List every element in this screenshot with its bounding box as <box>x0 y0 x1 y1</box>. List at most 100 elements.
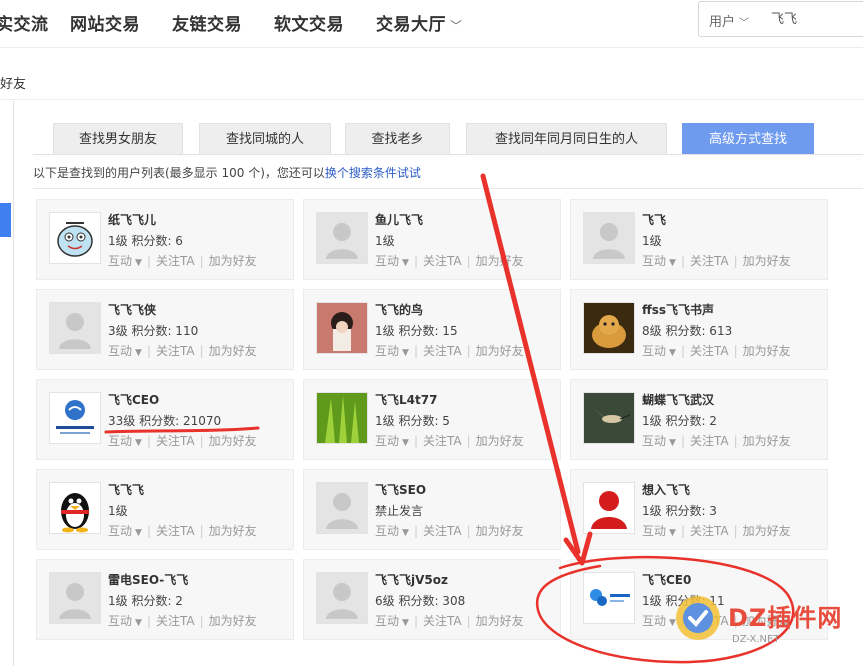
nav-item-link-trade[interactable]: 友链交易 <box>172 10 242 35</box>
interact-label: 互动 <box>108 524 133 538</box>
add-friend-link[interactable]: 加为好友 <box>209 434 257 448</box>
follow-link[interactable]: 关注TA <box>423 524 462 538</box>
add-friend-link[interactable]: 加为好友 <box>743 344 791 358</box>
tab-find-same-birthday[interactable]: 查找同年同月同日生的人 <box>466 123 667 155</box>
avatar[interactable] <box>316 572 368 624</box>
add-friend-link[interactable]: 加为好友 <box>743 434 791 448</box>
user-name-link[interactable]: 飞飞的鸟 <box>375 301 423 318</box>
avatar[interactable] <box>583 212 635 264</box>
user-name-link[interactable]: 飞飞 <box>642 211 666 228</box>
user-card: 飞飞L4t77 1级 积分数: 5 互动 ▼ | 关注TA | 加为好友 <box>303 379 561 460</box>
interact-label: 互动 <box>375 614 400 628</box>
user-name-link[interactable]: 飞飞飞jV5oz <box>375 571 448 588</box>
user-name-link[interactable]: 飞飞飞侠 <box>108 301 156 318</box>
interact-dropdown[interactable]: 互动 ▼ <box>108 434 142 448</box>
tab-find-same-city[interactable]: 查找同城的人 <box>199 123 331 155</box>
add-friend-link[interactable]: 加为好友 <box>476 344 524 358</box>
top-nav: 实交流 网站交易 友链交易 软文交易 交易大厅 ﹀ 用户 ﹀ <box>0 0 863 48</box>
follow-link[interactable]: 关注TA <box>423 344 462 358</box>
follow-link[interactable]: 关注TA <box>156 254 195 268</box>
search-input[interactable] <box>771 10 861 25</box>
user-name-link[interactable]: 鱼儿飞飞 <box>375 211 423 228</box>
add-friend-link[interactable]: 加为好友 <box>476 254 524 268</box>
tab-advanced-search[interactable]: 高级方式查找 <box>682 123 814 155</box>
user-name-link[interactable]: 飞飞CEO <box>108 391 159 408</box>
add-friend-link[interactable]: 加为好友 <box>743 524 791 538</box>
add-friend-link[interactable]: 加为好友 <box>209 344 257 358</box>
avatar[interactable] <box>583 302 635 354</box>
interact-dropdown[interactable]: 互动 ▼ <box>642 344 676 358</box>
interact-dropdown[interactable]: 互动 ▼ <box>642 254 676 268</box>
add-friend-link[interactable]: 加为好友 <box>476 524 524 538</box>
interact-label: 互动 <box>375 344 400 358</box>
avatar[interactable] <box>583 482 635 534</box>
follow-link[interactable]: 关注TA <box>690 524 729 538</box>
avatar[interactable] <box>49 302 101 354</box>
avatar[interactable] <box>316 392 368 444</box>
interact-dropdown[interactable]: 互动 ▼ <box>642 434 676 448</box>
user-name-link[interactable]: 飞飞飞 <box>108 481 144 498</box>
user-name-link[interactable]: 想入飞飞 <box>642 481 690 498</box>
interact-dropdown[interactable]: 互动 ▼ <box>108 524 142 538</box>
user-stats: 1级 <box>642 234 662 248</box>
follow-link[interactable]: 关注TA <box>690 344 729 358</box>
user-name-link[interactable]: ffss飞飞书声 <box>642 301 714 318</box>
user-stats: 1级 积分数: 2 <box>642 414 717 428</box>
avatar[interactable] <box>583 392 635 444</box>
interact-dropdown[interactable]: 互动 ▼ <box>108 344 142 358</box>
search-type-select[interactable]: 用户 ﹀ <box>709 11 749 30</box>
nav-item-trade-hall[interactable]: 交易大厅 ﹀ <box>376 10 463 35</box>
avatar[interactable] <box>49 482 101 534</box>
avatar[interactable] <box>49 212 101 264</box>
follow-link[interactable]: 关注TA <box>690 434 729 448</box>
add-friend-link[interactable]: 加为好友 <box>476 614 524 628</box>
user-name-link[interactable]: 雷电SEO-飞飞 <box>108 571 188 588</box>
user-name-link[interactable]: 飞飞SEO <box>375 481 426 498</box>
watermark-title: DZ插件网 <box>728 604 843 632</box>
interact-dropdown[interactable]: 互动 ▼ <box>108 254 142 268</box>
user-name-link[interactable]: 飞飞CE0 <box>642 571 691 588</box>
interact-label: 互动 <box>642 434 667 448</box>
nav-item-site-trade[interactable]: 网站交易 <box>70 10 140 35</box>
user-name-link[interactable]: 蝴蝶飞飞武汉 <box>642 391 714 408</box>
add-friend-link[interactable]: 加为好友 <box>209 254 257 268</box>
interact-dropdown[interactable]: 互动 ▼ <box>375 524 409 538</box>
follow-link[interactable]: 关注TA <box>156 524 195 538</box>
add-friend-link[interactable]: 加为好友 <box>743 254 791 268</box>
interact-dropdown[interactable]: 互动 ▼ <box>375 434 409 448</box>
user-name-link[interactable]: 纸飞飞儿 <box>108 211 156 228</box>
avatar[interactable] <box>316 482 368 534</box>
avatar[interactable] <box>316 212 368 264</box>
separator: | <box>146 344 151 358</box>
separator: | <box>733 254 738 268</box>
breadcrumb[interactable]: 好友 <box>0 73 26 92</box>
follow-link[interactable]: 关注TA <box>423 614 462 628</box>
follow-link[interactable]: 关注TA <box>423 254 462 268</box>
follow-link[interactable]: 关注TA <box>690 254 729 268</box>
change-search-link[interactable]: 换个搜索条件试试 <box>325 166 421 180</box>
interact-dropdown[interactable]: 互动 ▼ <box>375 614 409 628</box>
nav-item-exchange[interactable]: 实交流 <box>0 10 49 35</box>
user-card: 蝴蝶飞飞武汉 1级 积分数: 2 互动 ▼ | 关注TA | 加为好友 <box>570 379 828 460</box>
follow-link[interactable]: 关注TA <box>156 614 195 628</box>
follow-link[interactable]: 关注TA <box>156 344 195 358</box>
add-friend-link[interactable]: 加为好友 <box>209 614 257 628</box>
interact-dropdown[interactable]: 互动 ▼ <box>108 614 142 628</box>
tab-find-partner[interactable]: 查找男女朋友 <box>53 123 183 155</box>
user-actions: 互动▼ | 关注TA | 加为好友 <box>108 342 257 359</box>
add-friend-link[interactable]: 加为好友 <box>476 434 524 448</box>
nav-item-article-trade[interactable]: 软文交易 <box>274 10 344 35</box>
interact-dropdown[interactable]: 互动 ▼ <box>375 254 409 268</box>
avatar[interactable] <box>49 392 101 444</box>
follow-link[interactable]: 关注TA <box>423 434 462 448</box>
avatar[interactable] <box>583 572 635 624</box>
user-actions: 互动▼ | 关注TA | 加为好友 <box>642 342 791 359</box>
avatar[interactable] <box>316 302 368 354</box>
tab-find-hometown[interactable]: 查找老乡 <box>345 123 450 155</box>
follow-link[interactable]: 关注TA <box>156 434 195 448</box>
add-friend-link[interactable]: 加为好友 <box>209 524 257 538</box>
interact-dropdown[interactable]: 互动 ▼ <box>375 344 409 358</box>
avatar[interactable] <box>49 572 101 624</box>
interact-dropdown[interactable]: 互动 ▼ <box>642 524 676 538</box>
user-name-link[interactable]: 飞飞L4t77 <box>375 391 437 408</box>
